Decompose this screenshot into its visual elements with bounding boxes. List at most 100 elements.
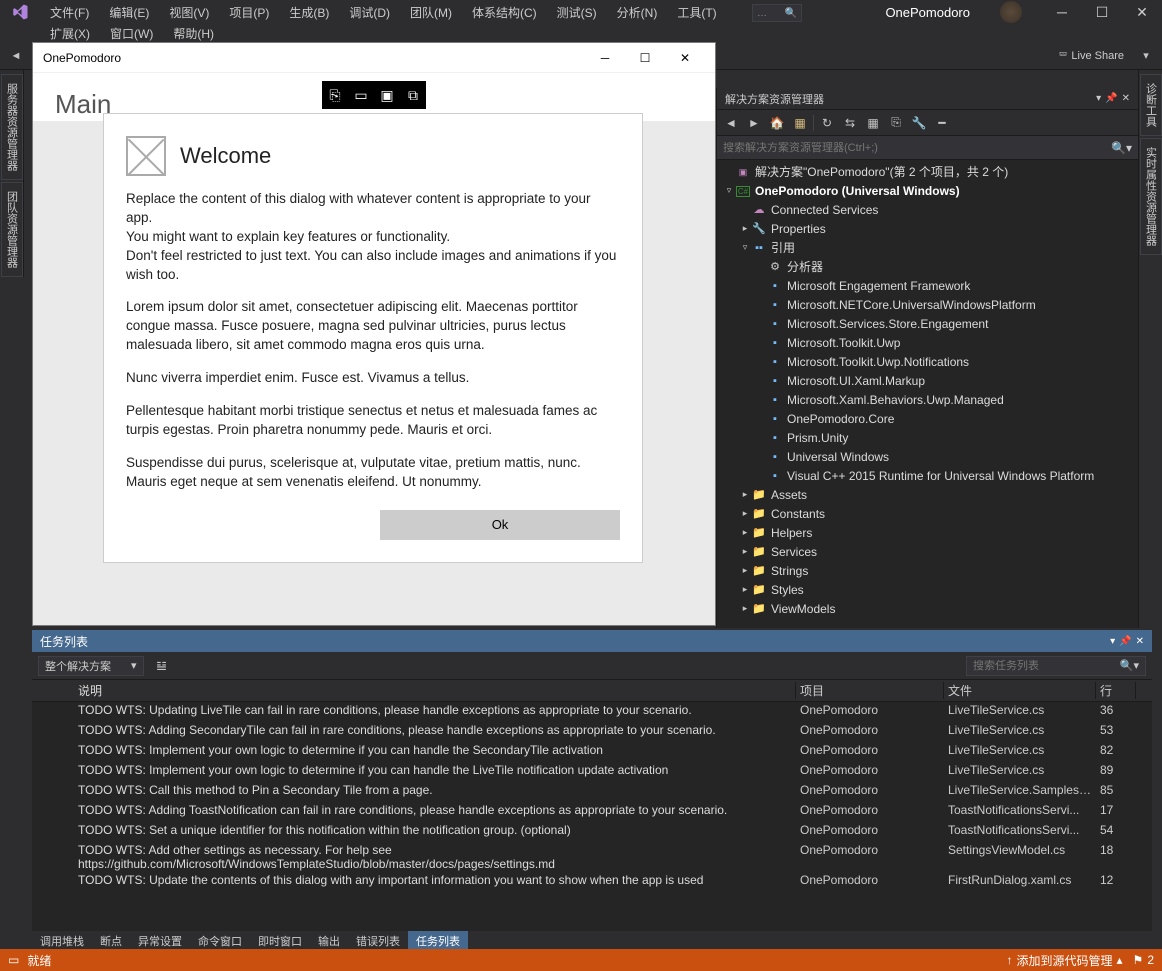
goto-live-tree-icon[interactable]: ⎘	[322, 82, 348, 108]
panel-close-icon[interactable]: ✕	[1122, 93, 1130, 104]
panel-dropdown-icon[interactable]: ▾	[1096, 93, 1101, 104]
user-avatar-icon[interactable]	[1000, 1, 1022, 23]
col-desc[interactable]: 说明	[70, 682, 796, 699]
live-property-tab[interactable]: 实时属性资源管理器	[1140, 138, 1162, 255]
tree-row[interactable]: ▪OnePomodoro.Core	[717, 409, 1138, 428]
tree-row[interactable]: ▸📁Constants	[717, 504, 1138, 523]
show-all-icon[interactable]: ▦	[863, 113, 883, 133]
tree-row[interactable]: ▿▪▪引用	[717, 238, 1138, 257]
notifications-button[interactable]: ⚑ 2	[1133, 953, 1154, 967]
menu-item[interactable]: 扩展(X)	[40, 23, 100, 44]
tree-row[interactable]: ▪Microsoft Engagement Framework	[717, 276, 1138, 295]
track-focused-icon[interactable]: ⧉	[400, 82, 426, 108]
quick-launch[interactable]: …🔍	[752, 4, 802, 22]
display-layout-icon[interactable]: ▣	[374, 82, 400, 108]
menu-item[interactable]: 项目(P)	[219, 2, 279, 23]
tree-row[interactable]: ▸📁Assets	[717, 485, 1138, 504]
search-icon[interactable]: 🔍▾	[1111, 141, 1132, 155]
preview-minimize-button[interactable]: ─	[585, 44, 625, 72]
collapse-icon[interactable]: ⇆	[840, 113, 860, 133]
minimize-button[interactable]: ─	[1042, 0, 1082, 24]
tree-row[interactable]: ▪Microsoft.Services.Store.Engagement	[717, 314, 1138, 333]
bottom-tab[interactable]: 异常设置	[130, 931, 190, 951]
preview-icon[interactable]: ━	[932, 113, 952, 133]
tree-row[interactable]: ▸📁ViewModels	[717, 599, 1138, 618]
back-icon[interactable]: ◄	[6, 46, 26, 66]
task-scope-combo[interactable]: 整个解决方案▾	[38, 656, 144, 676]
task-dropdown-icon[interactable]: ▾	[1110, 636, 1115, 647]
task-row[interactable]: TODO WTS: Set a unique identifier for th…	[32, 822, 1152, 842]
menu-item[interactable]: 生成(B)	[279, 2, 339, 23]
tree-row[interactable]: ▪Universal Windows	[717, 447, 1138, 466]
bottom-tab[interactable]: 即时窗口	[250, 931, 310, 951]
col-proj[interactable]: 项目	[796, 682, 944, 699]
tree-row[interactable]: ▣解决方案"OnePomodoro"(第 2 个项目，共 2 个)	[717, 162, 1138, 181]
tree-row[interactable]: ▪Prism.Unity	[717, 428, 1138, 447]
bottom-tab[interactable]: 任务列表	[408, 931, 468, 951]
tree-row[interactable]: ☁Connected Services	[717, 200, 1138, 219]
tree-row[interactable]: ▸📁Helpers	[717, 523, 1138, 542]
task-row[interactable]: TODO WTS: Adding SecondaryTile can fail …	[32, 722, 1152, 742]
menu-item[interactable]: 视图(V)	[159, 2, 219, 23]
tree-row[interactable]: ▿C#OnePomodoro (Universal Windows)	[717, 181, 1138, 200]
maximize-button[interactable]: ☐	[1082, 0, 1122, 24]
server-explorer-tab[interactable]: 服务器资源管理器	[1, 74, 23, 180]
task-row[interactable]: TODO WTS: Implement your own logic to de…	[32, 762, 1152, 782]
tree-row[interactable]: ▸🔧Properties	[717, 219, 1138, 238]
panel-pin-icon[interactable]: 📌	[1105, 93, 1117, 104]
menu-item[interactable]: 工具(T)	[667, 2, 726, 23]
solution-search[interactable]: 🔍▾	[717, 136, 1138, 160]
properties-icon[interactable]: 🔧	[909, 113, 929, 133]
bottom-tab[interactable]: 错误列表	[348, 931, 408, 951]
task-close-icon[interactable]: ✕	[1136, 636, 1144, 647]
filter-icon[interactable]: 𝌪	[152, 656, 172, 676]
copy-icon[interactable]: ⎘	[886, 113, 906, 133]
col-line[interactable]: 行	[1096, 682, 1136, 699]
preview-maximize-button[interactable]: ☐	[625, 44, 665, 72]
select-element-icon[interactable]: ▭	[348, 82, 374, 108]
tree-row[interactable]: ▪Microsoft.UI.Xaml.Markup	[717, 371, 1138, 390]
task-row[interactable]: TODO WTS: Add other settings as necessar…	[32, 842, 1152, 872]
menu-item[interactable]: 编辑(E)	[99, 2, 159, 23]
tree-row[interactable]: ▸📁Strings	[717, 561, 1138, 580]
tree-row[interactable]: ▪Microsoft.Toolkit.Uwp.Notifications	[717, 352, 1138, 371]
col-file[interactable]: 文件	[944, 682, 1096, 699]
refresh-icon[interactable]: ↻	[817, 113, 837, 133]
bottom-tab[interactable]: 调用堆栈	[32, 931, 92, 951]
tree-row[interactable]: ▪Microsoft.NETCore.UniversalWindowsPlatf…	[717, 295, 1138, 314]
menu-item[interactable]: 窗口(W)	[100, 23, 163, 44]
menu-item[interactable]: 团队(M)	[400, 2, 462, 23]
bottom-tab[interactable]: 命令窗口	[190, 931, 250, 951]
sync-icon[interactable]: ▦	[790, 113, 810, 133]
tree-row[interactable]: ▪Visual C++ 2015 Runtime for Universal W…	[717, 466, 1138, 485]
task-row[interactable]: TODO WTS: Call this method to Pin a Seco…	[32, 782, 1152, 802]
menu-item[interactable]: 文件(F)	[40, 2, 99, 23]
home-icon[interactable]: 🏠	[767, 113, 787, 133]
tree-row[interactable]: ▪Microsoft.Xaml.Behaviors.Uwp.Managed	[717, 390, 1138, 409]
source-control-button[interactable]: ↑ 添加到源代码管理 ▴	[1007, 952, 1123, 969]
diagnostic-tools-tab[interactable]: 诊断工具	[1140, 74, 1162, 136]
bottom-tab[interactable]: 输出	[310, 931, 348, 951]
solution-search-input[interactable]	[723, 142, 1111, 154]
tree-row[interactable]: ▸📁Services	[717, 542, 1138, 561]
live-share-more-icon[interactable]: ▾	[1136, 46, 1156, 66]
menu-item[interactable]: 分析(N)	[607, 2, 668, 23]
task-row[interactable]: TODO WTS: Adding ToastNotification can f…	[32, 802, 1152, 822]
task-pin-icon[interactable]: 📌	[1119, 636, 1131, 647]
tree-row[interactable]: ▸📁Styles	[717, 580, 1138, 599]
tree-row[interactable]: ▪Microsoft.Toolkit.Uwp	[717, 333, 1138, 352]
bottom-tab[interactable]: 断点	[92, 931, 130, 951]
menu-item[interactable]: 测试(S)	[547, 2, 607, 23]
task-row[interactable]: TODO WTS: Updating LiveTile can fail in …	[32, 702, 1152, 722]
ok-button[interactable]: Ok	[380, 510, 620, 540]
live-share-button[interactable]: ⮹ Live Share	[1051, 49, 1132, 62]
preview-close-button[interactable]: ✕	[665, 44, 705, 72]
back-nav-icon[interactable]: ◄	[721, 113, 741, 133]
fwd-nav-icon[interactable]: ►	[744, 113, 764, 133]
task-search[interactable]: 🔍▾	[966, 656, 1146, 676]
tree-row[interactable]: ⚙分析器	[717, 257, 1138, 276]
menu-item[interactable]: 体系结构(C)	[462, 2, 547, 23]
task-row[interactable]: TODO WTS: Implement your own logic to de…	[32, 742, 1152, 762]
menu-item[interactable]: 调试(D)	[339, 2, 400, 23]
task-search-input[interactable]	[973, 660, 1120, 672]
